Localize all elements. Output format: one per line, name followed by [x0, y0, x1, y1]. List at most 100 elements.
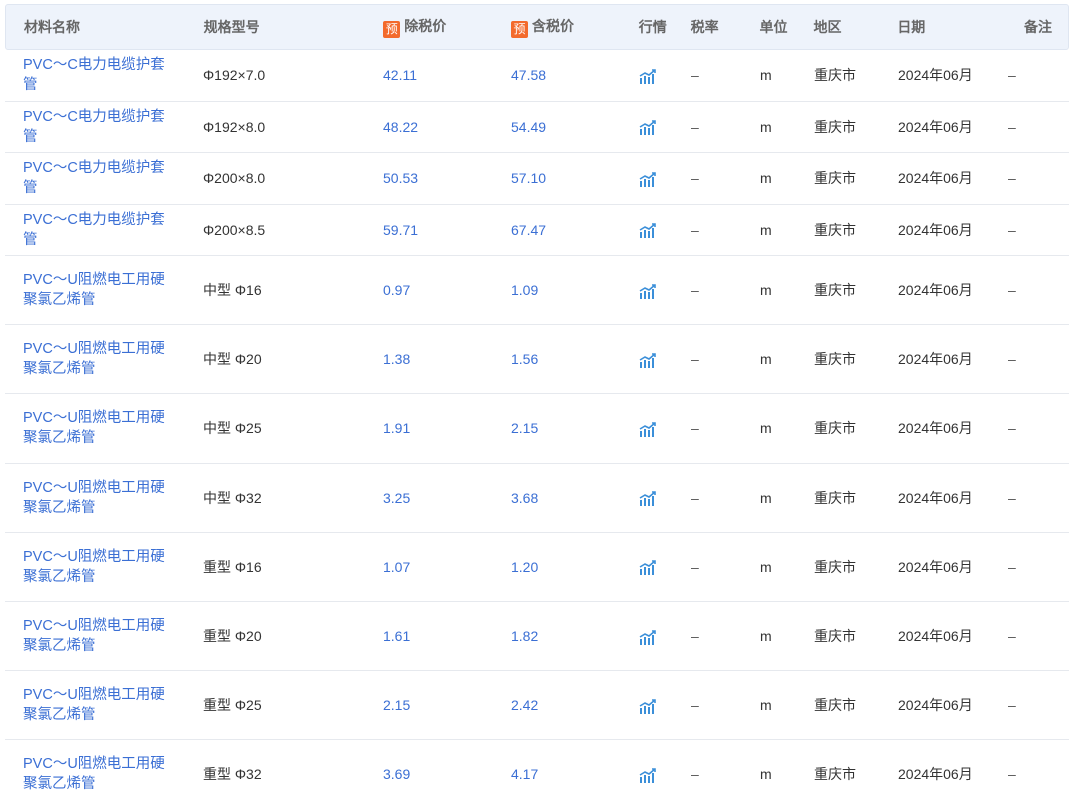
- price-in-tax-cell: 1.20: [511, 558, 539, 575]
- price-ex-tax-cell: 1.07: [383, 558, 411, 575]
- material-name-link[interactable]: PVC～U阻燃电工用硬聚氯乙烯管: [5, 616, 185, 656]
- note-cell: –: [1008, 170, 1016, 187]
- price-ex-tax-cell: 3.69: [383, 766, 411, 783]
- price-in-tax-cell: 1.82: [511, 628, 539, 645]
- date-cell: 2024年06月: [898, 118, 973, 135]
- date-cell: 2024年06月: [898, 67, 973, 84]
- trend-cell: [621, 118, 673, 136]
- table-row: PVC～U阻燃电工用硬聚氯乙烯管 中型 Φ20 1.38 1.56 – m 重庆…: [5, 325, 1069, 395]
- trend-chart-icon[interactable]: [639, 283, 657, 299]
- tax-rate-cell: –: [691, 118, 699, 135]
- material-name-link[interactable]: PVC～U阻燃电工用硬聚氯乙烯管: [5, 478, 185, 518]
- tax-rate-cell: –: [691, 628, 699, 645]
- tax-rate-cell: –: [691, 67, 699, 84]
- trend-chart-icon[interactable]: [639, 352, 657, 368]
- col-header-unit: 单位: [759, 19, 788, 35]
- trend-chart-icon[interactable]: [639, 767, 657, 784]
- trend-chart-icon[interactable]: [639, 490, 657, 507]
- spec-cell: 重型 Φ16: [203, 558, 262, 575]
- date-cell: 2024年06月: [898, 282, 973, 299]
- price-table: 材料名称 规格型号 预除税价 预含税价 行情 税率 单位 地区 日期 备注 PV…: [5, 4, 1069, 805]
- date-cell: 2024年06月: [898, 170, 973, 187]
- spec-cell: 中型 Φ20: [203, 351, 262, 368]
- unit-cell: m: [760, 351, 772, 368]
- trend-chart-icon[interactable]: [639, 559, 657, 576]
- region-cell: 重庆市: [814, 766, 856, 783]
- region-cell: 重庆市: [814, 351, 856, 368]
- trend-cell: [621, 67, 673, 84]
- table-row: PVC～U阻燃电工用硬聚氯乙烯管 中型 Φ25 1.91 2.15 – m 重庆…: [5, 394, 1069, 464]
- material-name-link[interactable]: PVC～U阻燃电工用硬聚氯乙烯管: [5, 408, 185, 448]
- price-ex-tax-cell: 48.22: [383, 118, 419, 135]
- trend-cell: [621, 766, 673, 784]
- note-cell: –: [1008, 697, 1016, 714]
- trend-cell: [621, 697, 673, 714]
- trend-chart-icon[interactable]: [639, 119, 657, 136]
- material-name-link[interactable]: PVC～C电力电缆护套管: [5, 158, 185, 198]
- trend-chart-icon[interactable]: [639, 698, 657, 714]
- spec-cell: Φ192×7.0: [203, 67, 266, 84]
- col-header-name: 材料名称: [24, 19, 80, 35]
- trend-chart-icon[interactable]: [639, 222, 657, 239]
- material-name-link[interactable]: PVC～C电力电缆护套管: [5, 210, 185, 250]
- table-row: PVC～U阻燃电工用硬聚氯乙烯管 重型 Φ16 1.07 1.20 – m 重庆…: [5, 533, 1069, 602]
- material-name-link[interactable]: PVC～U阻燃电工用硬聚氯乙烯管: [5, 339, 185, 379]
- price-ex-tax-cell: 50.53: [383, 170, 419, 187]
- price-in-tax-cell: 4.17: [511, 766, 539, 783]
- region-cell: 重庆市: [814, 67, 856, 84]
- col-header-spec: 规格型号: [203, 19, 260, 35]
- material-name-link[interactable]: PVC～U阻燃电工用硬聚氯乙烯管: [5, 754, 185, 794]
- spec-cell: 中型 Φ16: [203, 282, 262, 299]
- note-cell: –: [1008, 628, 1016, 645]
- date-cell: 2024年06月: [898, 489, 973, 506]
- trend-chart-icon[interactable]: [639, 421, 657, 438]
- region-cell: 重庆市: [814, 420, 856, 437]
- date-cell: 2024年06月: [898, 351, 973, 368]
- date-cell: 2024年06月: [898, 558, 973, 575]
- col-header-price-in: 预含税价: [493, 16, 621, 38]
- price-in-tax-cell: 47.58: [511, 67, 547, 84]
- table-row: PVC～U阻燃电工用硬聚氯乙烯管 重型 Φ25 2.15 2.42 – m 重庆…: [5, 671, 1069, 741]
- note-cell: –: [1008, 489, 1016, 506]
- note-cell: –: [1008, 558, 1016, 575]
- date-cell: 2024年06月: [898, 697, 973, 714]
- note-cell: –: [1008, 766, 1016, 783]
- unit-cell: m: [760, 420, 772, 437]
- trend-cell: [621, 281, 673, 299]
- material-name-link[interactable]: PVC～C电力电缆护套管: [5, 55, 185, 95]
- spec-cell: 重型 Φ32: [203, 766, 262, 783]
- note-cell: –: [1008, 118, 1016, 135]
- col-header-tax: 税率: [690, 19, 719, 35]
- col-header-price-ex-label: 除税价: [404, 18, 447, 34]
- date-cell: 2024年06月: [898, 628, 973, 645]
- material-name-link[interactable]: PVC～U阻燃电工用硬聚氯乙烯管: [5, 547, 185, 587]
- table-row: PVC～U阻燃电工用硬聚氯乙烯管 重型 Φ32 3.69 4.17 – m 重庆…: [5, 740, 1069, 805]
- tax-rate-cell: –: [691, 282, 699, 299]
- price-in-tax-cell: 2.15: [511, 420, 539, 437]
- trend-chart-icon[interactable]: [639, 68, 657, 84]
- material-name-link[interactable]: PVC～U阻燃电工用硬聚氯乙烯管: [5, 685, 185, 725]
- note-cell: –: [1008, 282, 1016, 299]
- trend-chart-icon[interactable]: [639, 629, 657, 645]
- unit-cell: m: [760, 489, 772, 506]
- trend-cell: [621, 420, 673, 438]
- price-ex-tax-cell: 59.71: [383, 221, 419, 238]
- col-header-trend: 行情: [638, 19, 667, 35]
- region-cell: 重庆市: [814, 221, 856, 238]
- unit-cell: m: [760, 558, 772, 575]
- region-cell: 重庆市: [814, 282, 856, 299]
- price-ex-tax-cell: 42.11: [383, 67, 417, 84]
- note-cell: –: [1008, 420, 1016, 437]
- region-cell: 重庆市: [814, 628, 856, 645]
- col-header-note: 备注: [1023, 19, 1052, 35]
- trend-chart-icon[interactable]: [639, 171, 657, 187]
- material-name-link[interactable]: PVC～U阻燃电工用硬聚氯乙烯管: [5, 270, 185, 310]
- note-cell: –: [1008, 67, 1016, 84]
- tax-rate-cell: –: [691, 351, 699, 368]
- unit-cell: m: [760, 67, 772, 84]
- trend-cell: [621, 558, 673, 576]
- forecast-badge: 预: [511, 21, 528, 38]
- material-name-link[interactable]: PVC～C电力电缆护套管: [5, 107, 185, 147]
- date-cell: 2024年06月: [898, 766, 973, 783]
- col-header-price-ex: 预除税价: [365, 16, 493, 38]
